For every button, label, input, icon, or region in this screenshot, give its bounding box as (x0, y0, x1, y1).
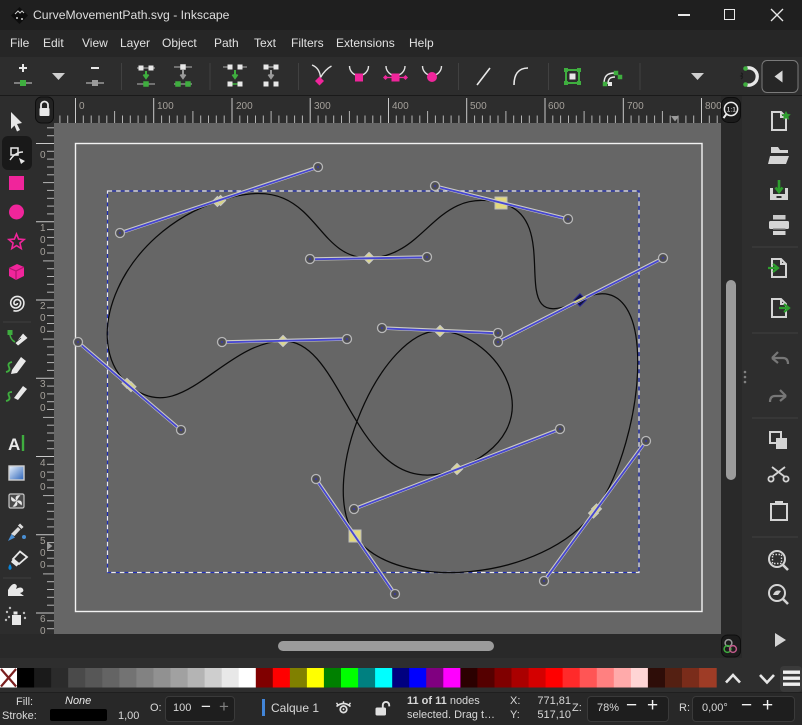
svg-text:4: 4 (40, 458, 46, 469)
svg-text:400: 400 (392, 101, 409, 112)
svg-text:100: 100 (157, 101, 174, 112)
svg-text:0: 0 (79, 101, 85, 112)
svg-text:0: 0 (40, 626, 46, 634)
svg-text:A: A (8, 435, 20, 454)
svg-text:0: 0 (40, 150, 46, 161)
svg-text:0: 0 (40, 235, 46, 246)
svg-text:0: 0 (40, 403, 46, 414)
svg-text:500: 500 (470, 101, 487, 112)
svg-text:0: 0 (40, 560, 46, 571)
svg-text:0: 0 (40, 548, 46, 559)
svg-text:0: 0 (40, 470, 46, 481)
svg-text:3: 3 (40, 379, 46, 390)
svg-text:0: 0 (40, 482, 46, 493)
svg-text:800: 800 (705, 101, 721, 112)
svg-text:300: 300 (314, 101, 331, 112)
svg-text:0: 0 (40, 391, 46, 402)
svg-text:0: 0 (40, 313, 46, 324)
svg-text:5: 5 (40, 536, 46, 547)
svg-text:2: 2 (40, 301, 46, 312)
svg-text:0: 0 (40, 247, 46, 258)
svg-text:700: 700 (627, 101, 644, 112)
svg-text:6: 6 (40, 614, 46, 625)
svg-text:600: 600 (548, 101, 565, 112)
svg-text:1: 1 (40, 223, 46, 234)
svg-text:0: 0 (40, 325, 46, 336)
svg-text:200: 200 (236, 101, 253, 112)
